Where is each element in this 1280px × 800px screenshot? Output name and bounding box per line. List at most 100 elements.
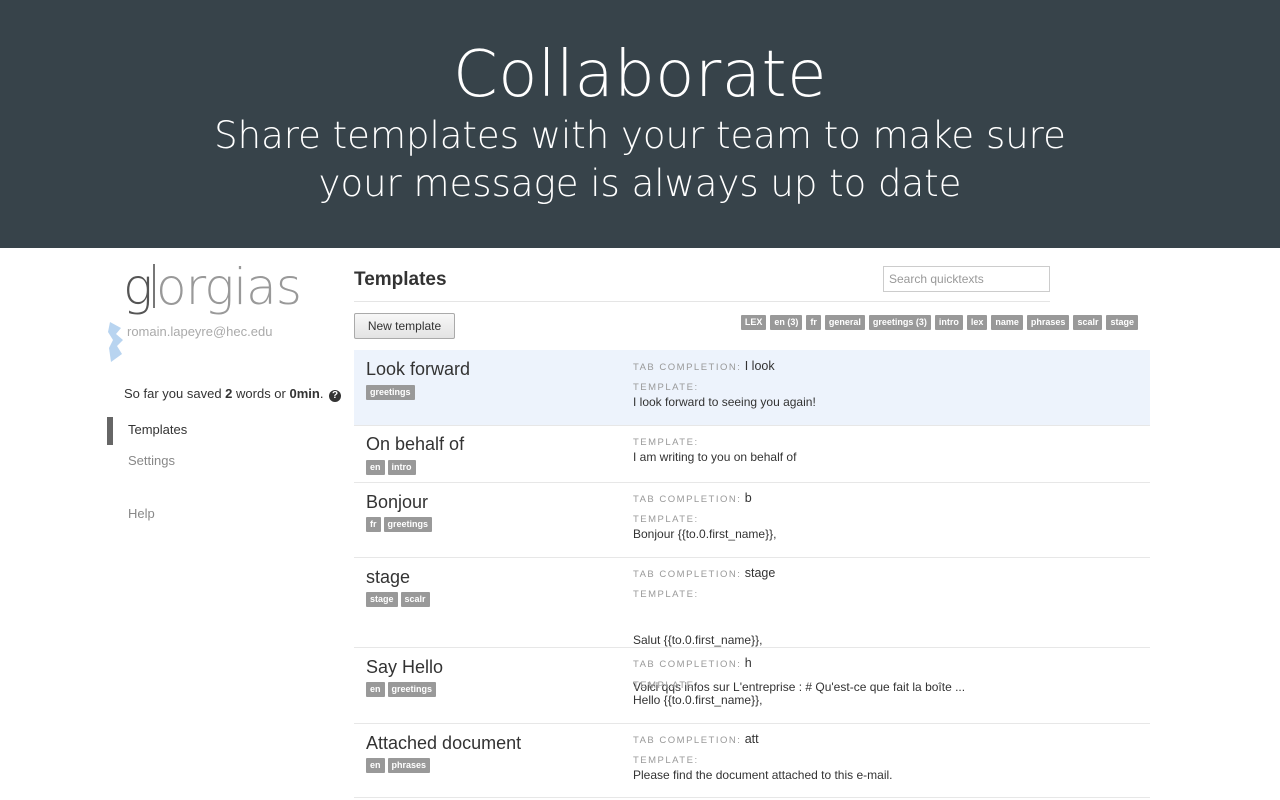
app-window: gorgias romain.lapeyre@hec.edu So far yo…	[0, 248, 1280, 800]
template-tag[interactable]: stage	[366, 592, 398, 607]
hero-subtitle-line-1: Share templates with your team to make s…	[214, 114, 1066, 157]
tab-completion-value: h	[744, 656, 752, 670]
template-body-line: I look forward to seeing you again!	[633, 395, 816, 409]
logo-text: orgias	[156, 258, 302, 316]
template-title: stage	[366, 567, 411, 587]
template-tags: en greetings	[366, 682, 437, 697]
template-label: TEMPLATE:	[633, 680, 699, 691]
saved-prefix: So far you saved	[124, 386, 226, 401]
template-label: TEMPLATE:	[633, 589, 699, 600]
tab-completion-label: TAB COMPLETION:	[633, 362, 742, 373]
page-title: Templates	[354, 269, 447, 290]
template-body: Please find the document attached to thi…	[633, 768, 892, 784]
hero-banner: Collaborate Share templates with your te…	[0, 0, 1280, 248]
sidebar-item-settings[interactable]: Settings	[128, 453, 175, 468]
logo-bar	[153, 264, 156, 308]
template-body: Bonjour {{to.0.first_name}},	[633, 527, 776, 543]
template-tags: greetings	[366, 385, 415, 400]
tab-completion-label: TAB COMPLETION:	[633, 659, 742, 670]
tab-completion: TAB COMPLETION: h	[633, 656, 752, 670]
tab-completion: TAB COMPLETION: att	[633, 732, 759, 746]
template-label: TEMPLATE:	[633, 514, 699, 525]
tag-filter[interactable]: LEX	[740, 315, 767, 330]
tag-filter[interactable]: greetings (3)	[868, 315, 931, 330]
template-title: Look forward	[366, 359, 471, 379]
template-tag[interactable]: scalr	[400, 592, 430, 607]
logo-g: g	[123, 258, 153, 316]
template-list: Look forward greetings TAB COMPLETION: I…	[354, 350, 1150, 798]
saved-stats: So far you saved 2 words or 0min. ?	[124, 386, 342, 402]
tag-filter-bar: LEX en (3) fr general greetings (3) intr…	[740, 315, 1138, 330]
hero-subtitle-line-2: your message is always up to date	[318, 162, 962, 205]
tag-filter[interactable]: general	[824, 315, 865, 330]
template-label: TEMPLATE:	[633, 755, 699, 766]
tab-completion: TAB COMPLETION: stage	[633, 566, 775, 580]
template-tag[interactable]: en	[366, 758, 385, 773]
template-label: TEMPLATE:	[633, 382, 699, 393]
template-body-line: Bonjour {{to.0.first_name}},	[633, 527, 777, 541]
avatar[interactable]	[107, 320, 125, 364]
tab-completion: TAB COMPLETION: b	[633, 491, 752, 505]
template-tags: fr greetings	[366, 517, 433, 532]
template-tags: en intro	[366, 460, 416, 475]
template-row[interactable]: On behalf of en intro TEMPLATE: I am wri…	[354, 426, 1150, 483]
saved-time: 0min	[289, 386, 320, 401]
new-template-button[interactable]: New template	[354, 313, 455, 339]
sidebar-item-help[interactable]: Help	[128, 506, 155, 521]
template-tag[interactable]: greetings	[366, 385, 415, 400]
tab-completion-label: TAB COMPLETION:	[633, 569, 742, 580]
template-title: On behalf of	[366, 434, 465, 454]
header-divider	[354, 301, 1050, 302]
template-body: I am writing to you on behalf of	[633, 450, 796, 466]
saved-suffix: .	[319, 386, 324, 401]
tab-completion-value: att	[744, 732, 759, 746]
hero-subtitle: Share templates with your team to make s…	[0, 112, 1280, 208]
template-tag[interactable]: greetings	[383, 517, 433, 532]
template-body: I look forward to seeing you again!	[633, 395, 816, 411]
question-icon[interactable]: ?	[329, 390, 342, 402]
template-tag[interactable]: en	[366, 460, 385, 475]
tag-filter[interactable]: scalr	[1073, 315, 1103, 330]
template-row[interactable]: Look forward greetings TAB COMPLETION: I…	[354, 350, 1150, 426]
template-row[interactable]: Say Hello en greetings TAB COMPLETION: h…	[354, 648, 1150, 724]
template-row[interactable]: stage stage scalr TAB COMPLETION: stage …	[354, 558, 1150, 694]
template-body-line: Please find the document attached to thi…	[633, 768, 893, 782]
tab-completion-value: stage	[744, 566, 776, 580]
tag-filter[interactable]: name	[991, 315, 1023, 330]
template-row[interactable]: Bonjour fr greetings TAB COMPLETION: b T…	[354, 483, 1150, 558]
tag-filter[interactable]: stage	[1106, 315, 1138, 330]
tag-filter[interactable]: lex	[966, 315, 988, 330]
template-title: Bonjour	[366, 492, 429, 512]
tag-filter[interactable]: phrases	[1026, 315, 1070, 330]
template-body: Hello {{to.0.first_name}},	[633, 693, 762, 709]
template-body-line: Salut {{to.0.first_name}},	[633, 633, 763, 647]
search-input[interactable]	[883, 266, 1050, 292]
template-label: TEMPLATE:	[633, 437, 699, 448]
tab-completion: TAB COMPLETION: I look	[633, 359, 775, 373]
hero-title: Collaborate	[453, 38, 827, 112]
template-title: Attached document	[366, 733, 522, 753]
template-tags: stage scalr	[366, 592, 430, 607]
template-tags: en phrases	[366, 758, 431, 773]
template-tag[interactable]: greetings	[387, 682, 437, 697]
template-tag[interactable]: fr	[366, 517, 381, 532]
nav-active-indicator	[107, 417, 113, 445]
tab-completion-value: I look	[744, 359, 775, 373]
template-tag[interactable]: phrases	[387, 758, 431, 773]
template-body-line: Hello {{to.0.first_name}},	[633, 693, 763, 707]
template-tag[interactable]: intro	[387, 460, 416, 475]
tag-filter[interactable]: intro	[934, 315, 963, 330]
tab-completion-value: b	[744, 491, 752, 505]
tag-filter[interactable]: en (3)	[770, 315, 803, 330]
tab-completion-label: TAB COMPLETION:	[633, 735, 742, 746]
saved-mid: words or	[232, 386, 290, 401]
template-title: Say Hello	[366, 657, 444, 677]
template-body-line: I am writing to you on behalf of	[633, 450, 797, 464]
template-row[interactable]: Attached document en phrases TAB COMPLET…	[354, 724, 1150, 798]
gorgias-logo[interactable]: gorgias	[123, 258, 302, 316]
sidebar-item-templates[interactable]: Templates	[128, 422, 187, 437]
user-email: romain.lapeyre@hec.edu	[127, 324, 273, 339]
template-tag[interactable]: en	[366, 682, 385, 697]
tab-completion-label: TAB COMPLETION:	[633, 494, 742, 505]
tag-filter[interactable]: fr	[806, 315, 821, 330]
